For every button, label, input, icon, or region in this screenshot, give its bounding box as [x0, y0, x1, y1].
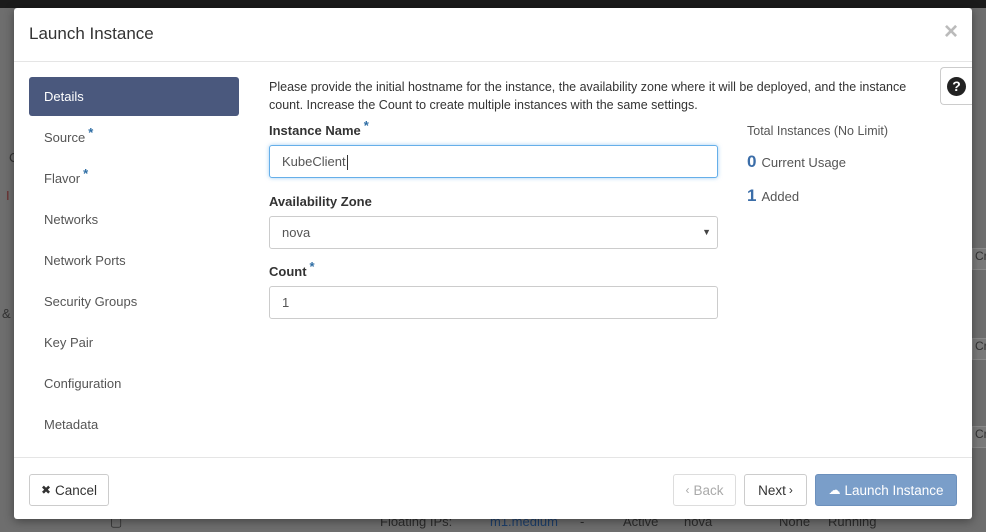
launch-instance-modal: Launch Instance × ? Details Source * Flav…: [14, 8, 972, 519]
background-fragment: &: [2, 306, 11, 321]
background-button-fragment: Cr: [972, 338, 986, 360]
nav-item-label: Source: [44, 130, 86, 145]
nav-item-label: Networks: [44, 212, 99, 227]
nav-item-label: Flavor: [44, 171, 81, 186]
wizard-nav: Details Source * Flavor * Networks Network…: [29, 77, 239, 446]
nav-item-details[interactable]: Details: [29, 77, 239, 116]
close-icon[interactable]: ×: [944, 18, 958, 46]
required-marker: *: [88, 125, 94, 140]
nav-item-label: Network Ports: [44, 253, 126, 268]
help-button[interactable]: ?: [940, 67, 972, 105]
current-usage-stat: 0 Current Usage: [747, 152, 847, 171]
details-description: Please provide the initial hostname for …: [269, 80, 907, 112]
nav-item-label: Metadata: [44, 417, 99, 432]
nav-item-network-ports[interactable]: Network Ports: [29, 241, 239, 280]
total-instances-title: Total Instances (No Limit): [747, 124, 889, 138]
cloud-upload-icon: ☁: [828, 483, 841, 497]
nav-item-metadata[interactable]: Metadata: [29, 405, 239, 444]
launch-instance-button[interactable]: ☁ Launch Instance: [815, 474, 957, 506]
nav-item-label: Details: [44, 89, 84, 104]
current-usage-value: 0: [747, 152, 757, 171]
chevron-left-icon: ‹: [685, 483, 690, 497]
nav-item-label: Configuration: [44, 376, 122, 391]
nav-item-security-groups[interactable]: Security Groups: [29, 282, 239, 321]
required-marker: *: [309, 259, 315, 274]
chevron-right-icon: ›: [788, 483, 793, 497]
back-button[interactable]: ‹ Back: [673, 474, 736, 506]
required-marker: *: [83, 166, 89, 181]
nav-item-networks[interactable]: Networks: [29, 200, 239, 239]
availability-zone-label: Availability Zone: [269, 194, 372, 209]
count-input[interactable]: 1: [269, 286, 718, 319]
next-button[interactable]: Next ›: [744, 474, 807, 506]
added-value: 1: [747, 186, 757, 205]
nav-item-label: Security Groups: [44, 294, 138, 309]
count-label: Count *: [269, 259, 315, 279]
nav-item-configuration[interactable]: Configuration: [29, 364, 239, 403]
background-fragment: I: [6, 188, 10, 203]
modal-header: Launch Instance ×: [14, 8, 972, 62]
nav-item-label: Key Pair: [44, 335, 94, 350]
required-marker: *: [363, 118, 369, 133]
availability-zone-select[interactable]: nova ▼: [269, 216, 718, 249]
background-button-fragment: Cr: [972, 426, 986, 448]
background-button-fragment: Cr: [972, 248, 986, 270]
nav-item-key-pair[interactable]: Key Pair: [29, 323, 239, 362]
text-caret: [346, 155, 348, 171]
nav-item-flavor[interactable]: Flavor *: [29, 159, 239, 198]
instance-name-label: Instance Name *: [269, 118, 369, 138]
modal-footer: ✖ Cancel ‹ Back Next › ☁ Launch Instance: [14, 457, 972, 520]
question-icon: ?: [947, 76, 966, 96]
background-topbar: [0, 0, 986, 8]
instance-name-input[interactable]: KubeClient: [269, 145, 718, 178]
nav-item-source[interactable]: Source *: [29, 118, 239, 157]
modal-title: Launch Instance: [29, 24, 154, 43]
added-stat: 1 Added: [747, 186, 800, 205]
cancel-button[interactable]: ✖ Cancel: [29, 474, 109, 506]
dropdown-arrow-icon: ▼: [702, 227, 711, 237]
close-icon: ✖: [40, 483, 52, 497]
